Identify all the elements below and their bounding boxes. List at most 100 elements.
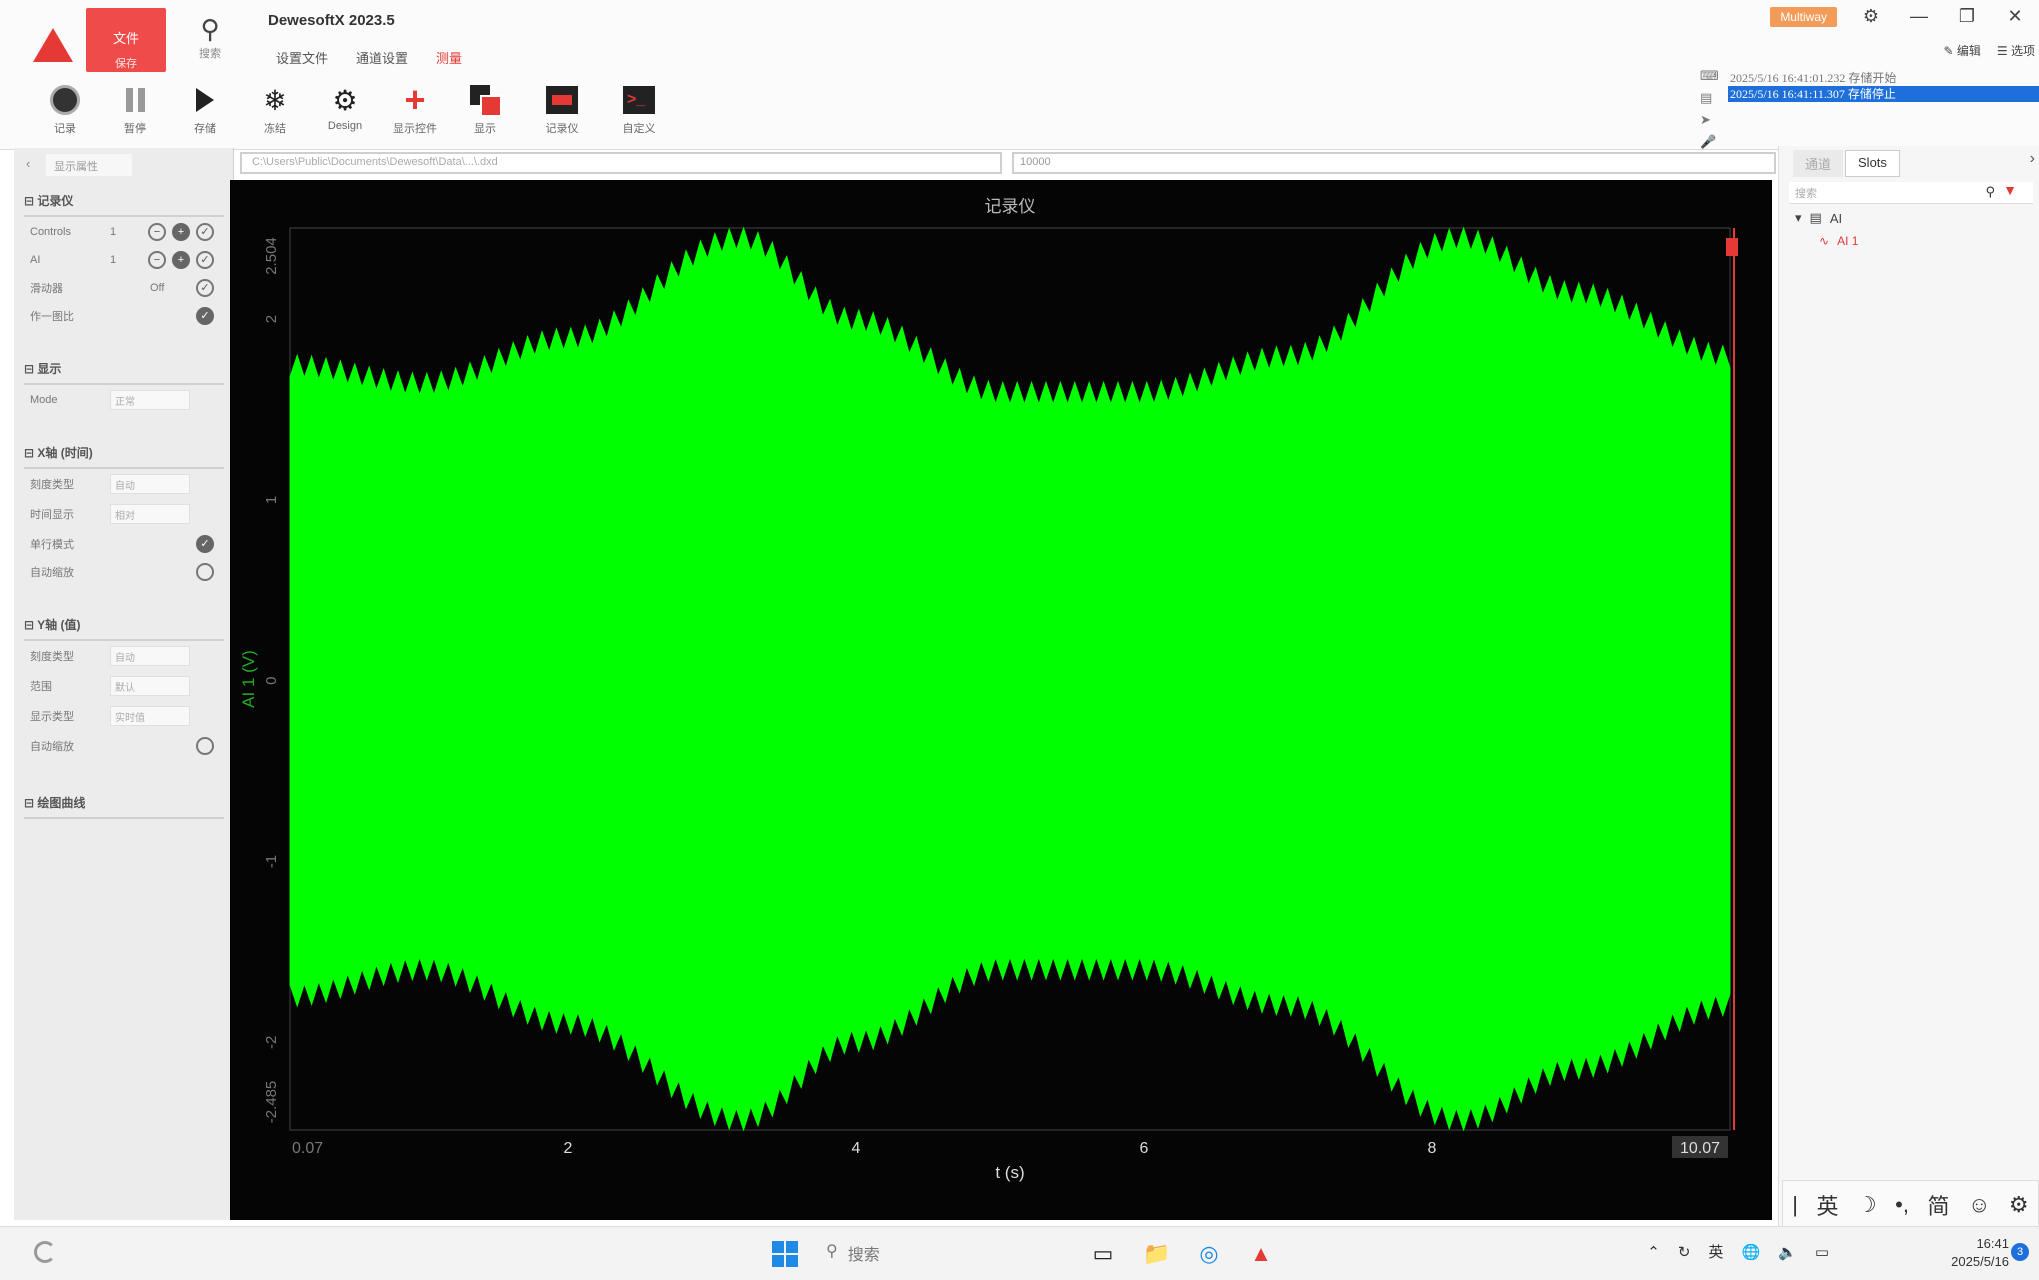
section-recorder[interactable]: ⊟ 记录仪 (24, 192, 224, 217)
restore-button[interactable]: ❐ (1943, 6, 1991, 27)
row-mode-label: Mode (30, 394, 58, 406)
section-y-axis[interactable]: ⊟ Y轴 (值) (24, 616, 224, 641)
y-display-select[interactable]: 实时值 (110, 706, 190, 726)
emoji-icon[interactable]: ☺ (1968, 1192, 1990, 1218)
windows-start-icon[interactable] (772, 1241, 798, 1267)
y-range-select[interactable]: 默认 (110, 676, 190, 696)
radio-icon[interactable] (196, 737, 214, 755)
network-icon[interactable]: 🌐 (1741, 1243, 1760, 1261)
settings-icon[interactable]: ⚙ (2009, 1192, 2029, 1218)
freeze-icon: ❄ (263, 84, 287, 116)
expand-arrow-icon[interactable]: ▾ (1795, 210, 1802, 226)
mode-select[interactable]: 正常 (110, 390, 190, 410)
note-icon[interactable]: ▤ (1700, 90, 1720, 106)
freeze-button[interactable]: ❄ 冻结 (240, 80, 310, 142)
ime-cursor-icon[interactable]: | (1792, 1192, 1798, 1218)
sync-icon[interactable]: ↻ (1678, 1243, 1691, 1261)
tree-group-ai[interactable]: ▾ ▤ AI (1795, 210, 1842, 226)
row-controls-label: Controls (30, 226, 71, 238)
y-tick-label: -1 (263, 855, 280, 868)
taskbar: ⚲ 搜索 ▭ 📁 ◎ ▲ ⌃ ↻ 英 🌐 🔈 ▭ 16:41 2025/5/16… (0, 1226, 2039, 1280)
log-line-selected[interactable]: 2025/5/16 16:41:11.307 存储停止 (1728, 86, 2039, 102)
license-badge[interactable]: Multiway (1770, 6, 1837, 27)
check-icon[interactable]: ✓ (196, 535, 214, 553)
settings-gear-icon[interactable]: ⚙ (1847, 6, 1895, 27)
minimize-button[interactable]: — (1895, 6, 1943, 27)
pause-icon (125, 88, 145, 112)
slider-state: Off (150, 282, 165, 294)
minus-icon[interactable]: − (148, 223, 166, 241)
recorder-chart[interactable]: 记录仪 0.07 2 4 6 8 10.07 t (s) 2.504 2 1 0 -1 -2 -2.485 A… (230, 180, 1772, 1220)
battery-icon[interactable]: ▭ (1815, 1243, 1829, 1261)
terminal-app-icon[interactable]: ▭ (1086, 1237, 1120, 1271)
tab-channels[interactable]: 通道 (1793, 150, 1844, 177)
dewesoft-app-icon[interactable]: ▲ (1244, 1237, 1278, 1271)
close-button[interactable]: ✕ (1991, 6, 2039, 27)
design-button[interactable]: ⚙ Design (310, 80, 380, 142)
x-tick-label: 6 (1139, 1140, 1148, 1157)
record-button[interactable]: 记录 (30, 80, 100, 142)
minus-icon[interactable]: − (148, 251, 166, 269)
y-scale-select[interactable]: 自动 (110, 646, 190, 666)
search-button[interactable]: ⚲ 搜索 (190, 14, 230, 62)
pointer-icon[interactable]: ➤ (1700, 112, 1720, 128)
sample-rate-field[interactable]: 10000 (1012, 152, 1776, 174)
properties-tab[interactable]: 显示属性 (46, 154, 132, 176)
tab-slots[interactable]: Slots (1845, 150, 1900, 177)
tab-setup-file[interactable]: 设置文件 (276, 48, 328, 67)
tray-lang[interactable]: 英 (1708, 1241, 1723, 1262)
check-icon[interactable]: ✓ (196, 279, 214, 297)
radio-icon[interactable] (196, 563, 214, 581)
collapse-arrow-icon[interactable]: ‹ (26, 156, 30, 171)
filter-icon[interactable]: ▼ (2003, 182, 2017, 198)
tab-measure[interactable]: 测量 (436, 48, 462, 67)
file-button[interactable]: 文件 保存 (86, 8, 166, 72)
search-icon[interactable]: ⚲ (1985, 184, 1995, 200)
custom-button[interactable]: >_ 自定义 (604, 80, 674, 142)
ime-simplified[interactable]: 简 (1927, 1189, 1949, 1221)
add-display-button[interactable]: + 显示控件 (380, 79, 450, 142)
edit-link[interactable]: ✎ 编辑 (1943, 42, 1980, 59)
y-tick-label: -2.485 (263, 1081, 280, 1124)
taskbar-clock[interactable]: 16:41 2025/5/16 (1951, 1235, 2009, 1271)
ime-lang[interactable]: 英 (1816, 1189, 1838, 1221)
section-display[interactable]: ⊟ 显示 (24, 360, 224, 385)
chevron-up-icon[interactable]: ⌃ (1647, 1243, 1660, 1261)
section-curves[interactable]: ⊟ 绘图曲线 (24, 794, 224, 819)
microphone-icon[interactable]: 🎤 (1700, 134, 1720, 150)
widgets-icon[interactable] (34, 1241, 56, 1263)
close-icon[interactable]: › (2030, 150, 2035, 168)
keyboard-icon[interactable]: ⌨ (1700, 68, 1720, 84)
check-icon[interactable]: ✓ (196, 223, 214, 241)
options-link[interactable]: ☰ 选项 (1997, 42, 2035, 59)
plus-icon[interactable]: + (172, 251, 190, 269)
volume-icon[interactable]: 🔈 (1778, 1243, 1797, 1261)
section-x-axis[interactable]: ⊟ X轴 (时间) (24, 444, 224, 469)
data-path-field[interactable]: C:\Users\Public\Documents\Dewesoft\Data\… (240, 152, 1002, 174)
x-time-select[interactable]: 相对 (110, 504, 190, 524)
pause-button[interactable]: 暂停 (100, 80, 170, 142)
moon-icon[interactable]: ☽ (1857, 1192, 1877, 1218)
log-icons: ⌨ ▤ ➤ 🎤 (1700, 68, 1720, 150)
check-icon[interactable]: ✓ (196, 251, 214, 269)
design-label: Design (327, 120, 363, 132)
recorder-button[interactable]: 记录仪 (520, 80, 604, 142)
taskbar-search[interactable]: ⚲ 搜索 (826, 1241, 880, 1265)
x-axis-label: t (s) (995, 1163, 1024, 1182)
display-button[interactable]: 显示 (450, 80, 520, 142)
notification-badge[interactable]: 3 (2011, 1243, 2029, 1261)
x-scale-select[interactable]: 自动 (110, 474, 190, 494)
edge-browser-icon[interactable]: ◎ (1192, 1237, 1226, 1271)
check-icon[interactable]: ✓ (196, 307, 214, 325)
file-button-label: 文件 (112, 31, 139, 46)
log-line[interactable]: 2025/5/16 16:41:01.232 存储开始 (1728, 70, 2039, 86)
punctuation-icon[interactable]: •, (1895, 1192, 1909, 1218)
dewesoft-logo-icon[interactable] (22, 14, 84, 76)
tab-channel-setup[interactable]: 通道设置 (356, 48, 408, 67)
file-explorer-icon[interactable]: 📁 (1140, 1237, 1174, 1271)
plus-icon[interactable]: + (172, 223, 190, 241)
channel-search-input[interactable]: 搜索 (1789, 182, 2033, 204)
tree-channel-ai1[interactable]: ∿ AI 1 (1819, 234, 1858, 248)
store-button[interactable]: 存储 (170, 80, 240, 142)
chart-svg[interactable]: 记录仪 0.07 2 4 6 8 10.07 t (s) 2.504 2 1 0 -1 -2 -2.485 A… (230, 180, 1772, 1220)
